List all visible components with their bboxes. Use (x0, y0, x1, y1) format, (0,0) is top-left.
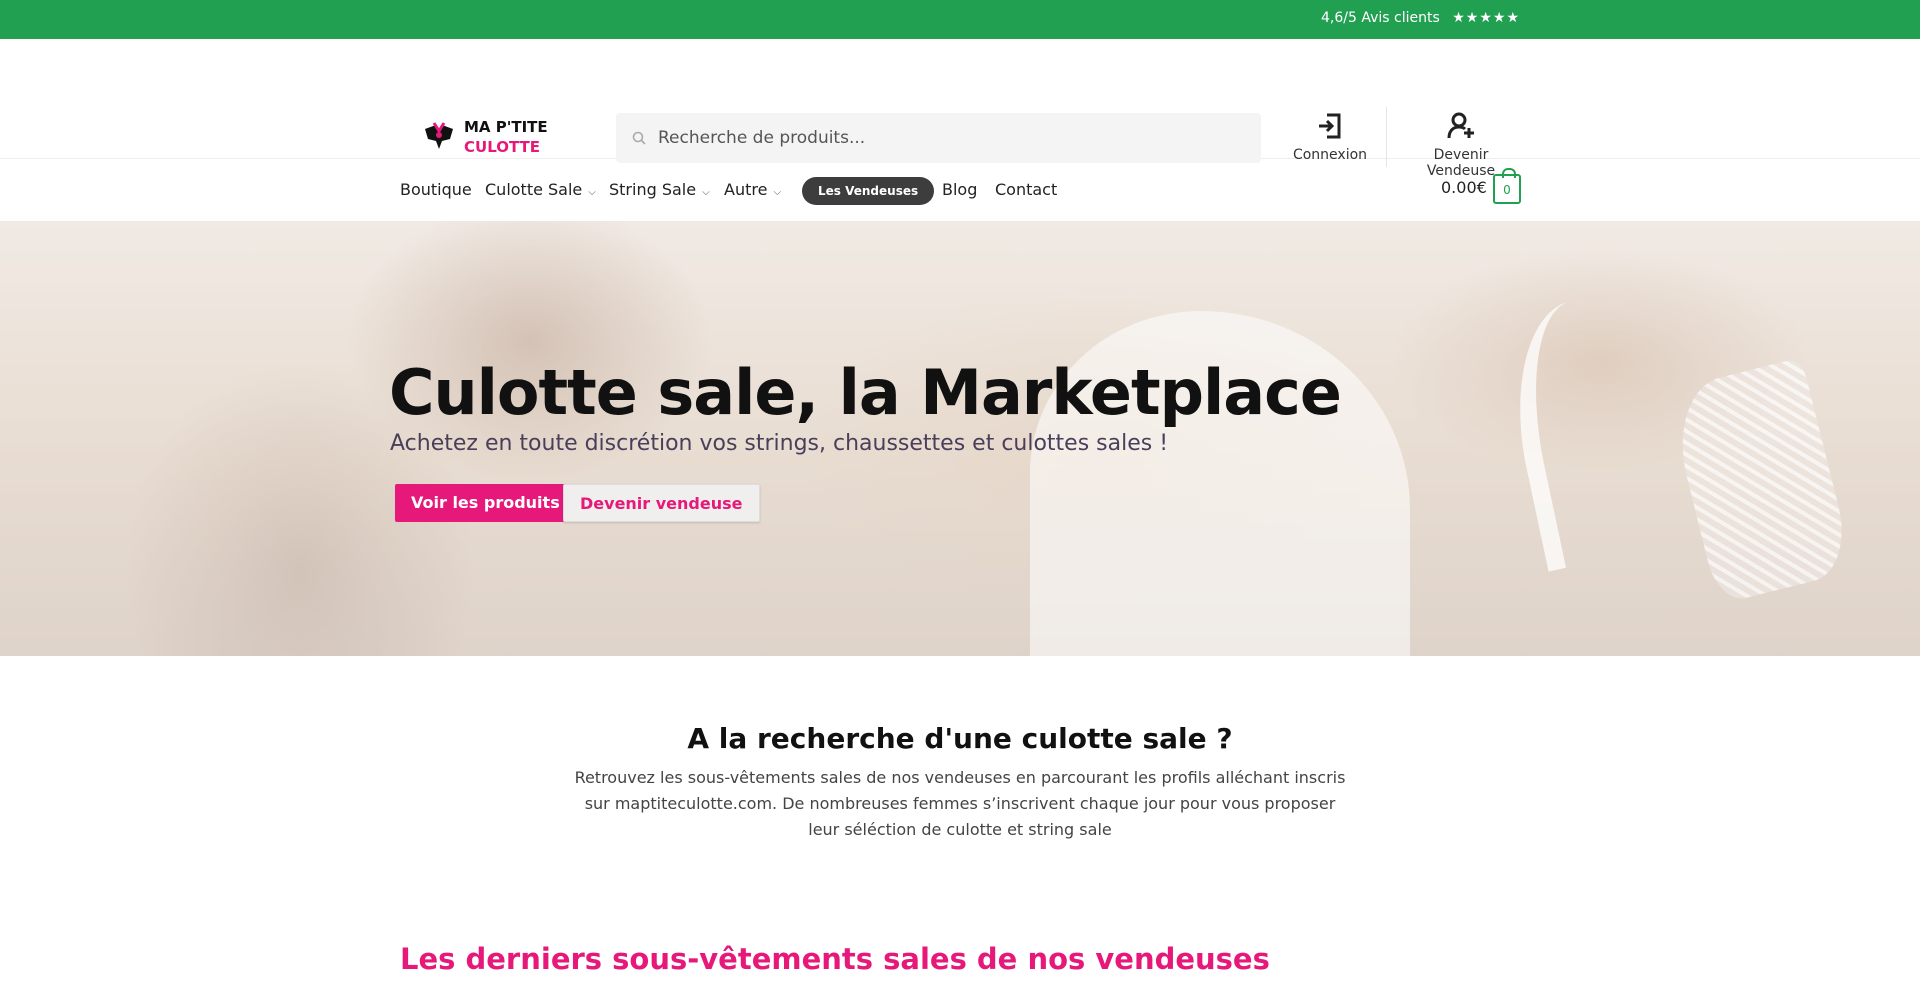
reviews-text: 4,6/5 Avis clients (1321, 10, 1440, 26)
chevron-down-icon: ⌵ (773, 187, 782, 198)
logo-mark-icon (425, 122, 453, 149)
logo-line-2: CULOTTE (464, 138, 541, 156)
chevron-down-icon: ⌵ (702, 187, 710, 198)
become-seller-button[interactable]: Devenir vendeuse (563, 484, 760, 522)
site-logo[interactable]: MA P'TITE CULOTTE (418, 111, 548, 161)
nav-item-autre[interactable]: Autre ⌵ (724, 180, 781, 199)
star-rating-icon: ★★★★★ (1452, 10, 1520, 26)
logo-line-1: MA P'TITE (464, 118, 548, 136)
site-header: MA P'TITE CULOTTE Connexion Devenir Vend… (0, 39, 1920, 179)
hero-title: Culotte sale, la Marketplace (389, 356, 1342, 429)
nav-label: Contact (995, 180, 1058, 199)
hero-subtitle: Achetez en toute discrétion vos strings,… (390, 431, 1169, 456)
sign-in-icon (1319, 113, 1341, 139)
nav-item-contact[interactable]: Contact (995, 180, 1057, 199)
intro-text: Retrouvez les sous-vêtements sales de no… (574, 768, 1346, 839)
nav-label: Blog (942, 180, 978, 199)
logo-wordmark: MA P'TITE CULOTTE (464, 117, 548, 157)
main-navigation: Boutique Culotte Sale ⌵ String Sale ⌵ Autr… (0, 160, 1920, 222)
header-divider (1386, 107, 1387, 167)
nav-label: String Sale (609, 180, 697, 199)
intro-heading: A la recherche d'une culotte sale ? (687, 722, 1233, 755)
search-bar (616, 113, 1261, 163)
nav-label: Culotte Sale (485, 180, 583, 199)
nav-item-string-sale[interactable]: String Sale ⌵ (609, 180, 710, 199)
hero-banner: Culotte sale, la Marketplace Achetez en … (0, 221, 1920, 656)
reviews-badge[interactable]: 4,6/5 Avis clients ★★★★★ (1321, 10, 1520, 26)
intro-section: A la recherche d'une culotte sale ? Retr… (0, 722, 1920, 843)
nav-label: Boutique (400, 180, 472, 199)
cart-count: 0 (1503, 183, 1511, 197)
search-input[interactable] (658, 113, 1248, 163)
nav-item-culotte-sale[interactable]: Culotte Sale ⌵ (485, 180, 596, 199)
user-plus-icon (1447, 112, 1474, 139)
chevron-down-icon: ⌵ (588, 187, 596, 198)
nav-item-blog[interactable]: Blog (942, 180, 977, 199)
cart-bag-icon[interactable]: 0 (1493, 168, 1521, 204)
top-bar: 4,6/5 Avis clients ★★★★★ (0, 0, 1920, 39)
nav-item-boutique[interactable]: Boutique (400, 180, 472, 199)
login-link[interactable]: Connexion (1290, 111, 1370, 163)
nav-item-les-vendeuses[interactable]: Les Vendeuses (802, 177, 935, 205)
search-icon (632, 131, 646, 145)
cart-total[interactable]: 0.00€ (1441, 178, 1487, 197)
latest-products-heading: Les derniers sous-vêtements sales de nos… (400, 942, 1270, 976)
view-products-button[interactable]: Voir les produits (395, 484, 576, 522)
nav-label: Autre (724, 180, 768, 199)
